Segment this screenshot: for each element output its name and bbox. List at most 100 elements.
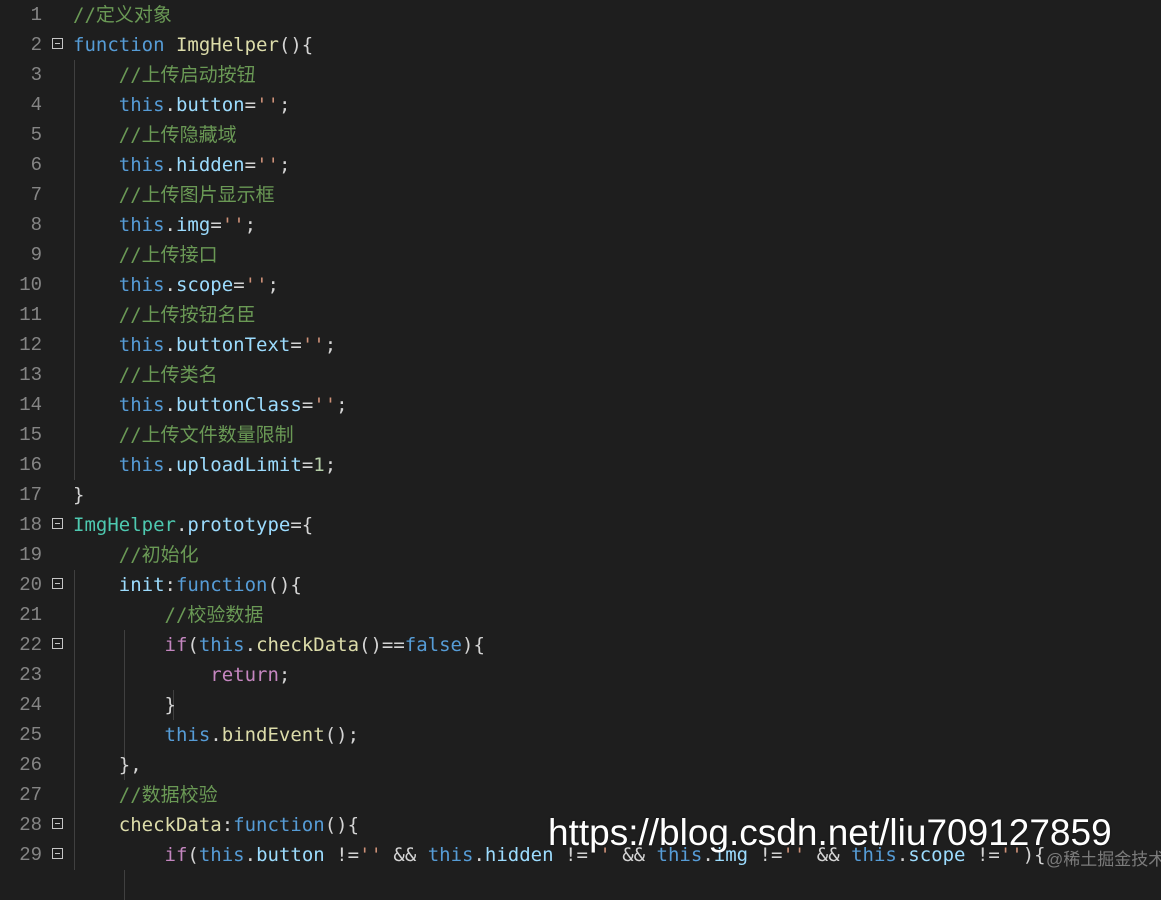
code-line[interactable]: 20 init:function(){ bbox=[0, 570, 1161, 600]
code-text: function ImgHelper(){ bbox=[73, 30, 313, 60]
code-token: ( bbox=[187, 844, 199, 866]
code-text: } bbox=[73, 480, 84, 510]
code-line[interactable]: 1 //定义对象 bbox=[0, 0, 1161, 30]
code-line[interactable]: 24 } bbox=[0, 690, 1161, 720]
code-token: hidden bbox=[484, 844, 554, 866]
code-line[interactable]: 16 this.uploadLimit=1; bbox=[0, 450, 1161, 480]
code-token: hidden bbox=[175, 154, 245, 176]
code-token: }, bbox=[73, 754, 142, 776]
code-text: checkData:function(){ bbox=[73, 810, 359, 840]
code-line[interactable]: 17} bbox=[0, 480, 1161, 510]
watermark-url: https://blog.csdn.net/liu709127859 bbox=[548, 812, 1112, 853]
line-number: 17 bbox=[19, 484, 42, 506]
code-text: //上传图片显示框 bbox=[73, 180, 275, 210]
code-token: checkData bbox=[118, 814, 222, 836]
code-line[interactable]: 15 //上传文件数量限制 bbox=[0, 420, 1161, 450]
fold-collapse-icon[interactable] bbox=[52, 848, 63, 859]
line-number: 27 bbox=[19, 784, 42, 806]
code-text: this.buttonClass=''; bbox=[73, 390, 348, 420]
code-token: false bbox=[404, 634, 462, 656]
code-token: '' bbox=[313, 394, 337, 416]
code-token: scope bbox=[175, 274, 234, 296]
code-line[interactable]: 26 }, bbox=[0, 750, 1161, 780]
code-line[interactable]: 4 this.button=''; bbox=[0, 90, 1161, 120]
fold-collapse-icon[interactable] bbox=[52, 638, 63, 649]
code-token: . bbox=[164, 454, 176, 476]
line-number: 10 bbox=[19, 274, 42, 296]
code-token: = bbox=[290, 334, 302, 356]
code-line[interactable]: 11 //上传按钮名臣 bbox=[0, 300, 1161, 330]
code-text: //初始化 bbox=[73, 540, 199, 570]
code-token: this bbox=[118, 454, 165, 476]
code-line[interactable]: 9 //上传接口 bbox=[0, 240, 1161, 270]
code-token: prototype bbox=[187, 514, 291, 536]
fold-collapse-icon[interactable] bbox=[52, 38, 63, 49]
code-line[interactable]: 3 //上传启动按钮 bbox=[0, 60, 1161, 90]
code-line[interactable]: 8 this.img=''; bbox=[0, 210, 1161, 240]
code-line[interactable]: 22 if(this.checkData()==false){ bbox=[0, 630, 1161, 660]
code-text: //数据校验 bbox=[73, 780, 218, 810]
line-number: 21 bbox=[19, 604, 42, 626]
code-line[interactable]: 19 //初始化 bbox=[0, 540, 1161, 570]
code-line[interactable]: 27 //数据校验 bbox=[0, 780, 1161, 810]
code-token: //上传按钮名臣 bbox=[118, 304, 256, 326]
code-token: bindEvent bbox=[221, 724, 325, 746]
code-text: //上传接口 bbox=[73, 240, 218, 270]
code-token: && bbox=[381, 844, 428, 866]
code-line[interactable]: 2 function ImgHelper(){ bbox=[0, 30, 1161, 60]
code-editor[interactable]: 1 //定义对象 2 function ImgHelper(){3 //上传启动按钮 4… bbox=[0, 0, 1161, 900]
fold-collapse-icon[interactable] bbox=[52, 578, 63, 589]
code-line[interactable]: 7 //上传图片显示框 bbox=[0, 180, 1161, 210]
fold-collapse-icon[interactable] bbox=[52, 518, 63, 529]
code-token: function bbox=[73, 34, 165, 56]
code-text: //上传文件数量限制 bbox=[73, 420, 294, 450]
code-line[interactable]: 23 return; bbox=[0, 660, 1161, 690]
code-token: } bbox=[73, 694, 176, 716]
code-token: buttonText bbox=[175, 334, 291, 356]
code-line[interactable]: 14 this.buttonClass=''; bbox=[0, 390, 1161, 420]
line-number: 14 bbox=[19, 394, 42, 416]
code-token: //初始化 bbox=[118, 544, 199, 566]
code-text: ImgHelper.prototype={ bbox=[73, 510, 313, 540]
code-line[interactable]: 10 this.scope=''; bbox=[0, 270, 1161, 300]
code-text: //定义对象 bbox=[73, 0, 172, 30]
code-text: return; bbox=[73, 660, 290, 690]
code-token: = bbox=[210, 214, 222, 236]
line-number: 2 bbox=[30, 34, 42, 56]
line-number: 1 bbox=[30, 4, 42, 26]
code-token: (); bbox=[324, 724, 360, 746]
code-token: this bbox=[198, 634, 245, 656]
code-line[interactable]: 25 this.bindEvent(); bbox=[0, 720, 1161, 750]
code-line[interactable]: 5 //上传隐藏域 bbox=[0, 120, 1161, 150]
watermark-community: @稀土掘金技术社区 bbox=[1046, 850, 1161, 869]
code-token: this bbox=[118, 274, 165, 296]
code-token: //校验数据 bbox=[164, 604, 264, 626]
code-line[interactable]: 12 this.buttonText=''; bbox=[0, 330, 1161, 360]
code-line[interactable]: 21 //校验数据 bbox=[0, 600, 1161, 630]
line-number: 16 bbox=[19, 454, 42, 476]
code-token: ; bbox=[244, 214, 257, 236]
code-token: : bbox=[164, 574, 176, 596]
code-line[interactable]: 13 //上传类名 bbox=[0, 360, 1161, 390]
fold-collapse-icon[interactable] bbox=[52, 818, 63, 829]
code-line[interactable]: 6 this.hidden=''; bbox=[0, 150, 1161, 180]
line-number: 12 bbox=[19, 334, 42, 356]
code-text: //上传按钮名臣 bbox=[73, 300, 256, 330]
code-token: return bbox=[210, 664, 279, 686]
code-token: if bbox=[164, 844, 188, 866]
code-token: . bbox=[164, 154, 176, 176]
code-token: = bbox=[301, 394, 314, 416]
code-token: this bbox=[118, 334, 165, 356]
code-line[interactable]: 18 ImgHelper.prototype={ bbox=[0, 510, 1161, 540]
